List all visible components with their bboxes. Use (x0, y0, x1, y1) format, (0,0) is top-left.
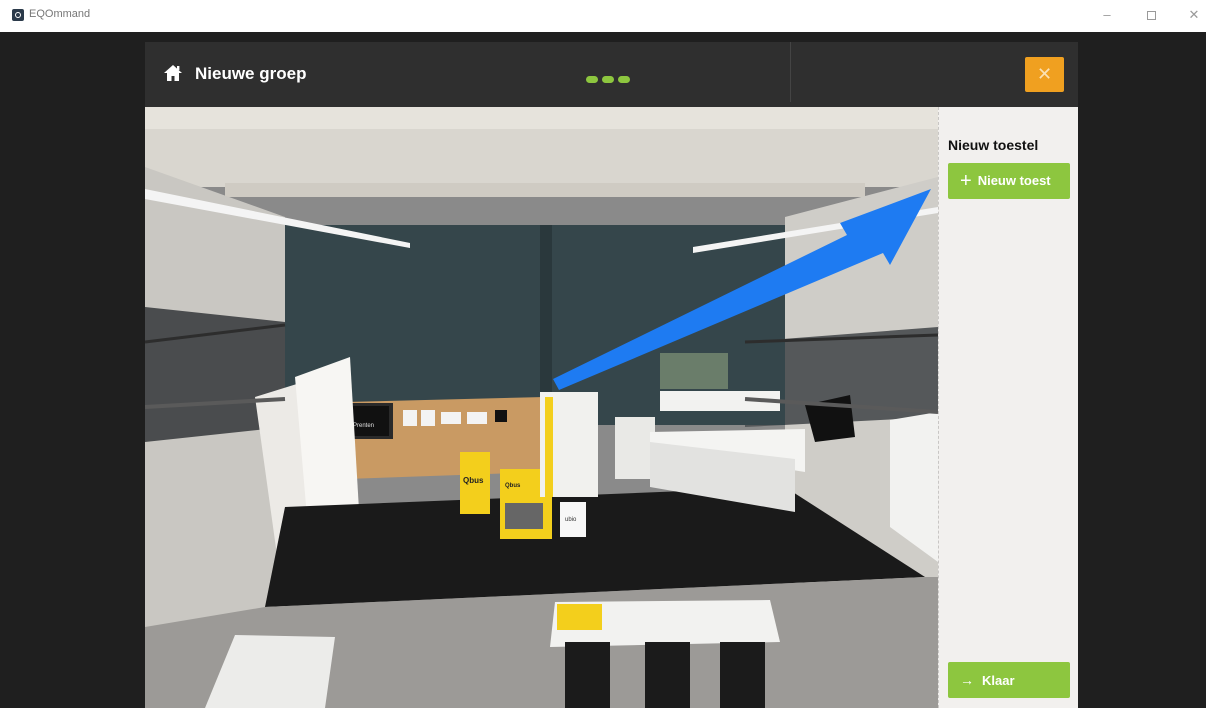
box-label: Qbus (505, 483, 521, 489)
dialog-header: Nieuwe groep ✕ (145, 42, 1078, 107)
new-device-button[interactable]: + Nieuw toest (948, 163, 1070, 199)
maximize-icon (1146, 11, 1156, 21)
side-panel-heading: Nieuw toestel (948, 137, 1039, 153)
showroom-image: Prenten Qbus Qbus ubio (145, 107, 938, 708)
group-dialog: Nieuwe groep ✕ Prenten Qbus Qbus ubio Ni… (145, 42, 1078, 708)
side-panel: Nieuw toestel + Nieuw toest → Klaar (938, 107, 1078, 708)
done-button[interactable]: → Klaar (948, 662, 1070, 698)
step-dot (602, 76, 614, 83)
step-dot (586, 76, 598, 83)
pedestal-label: ubio (565, 517, 577, 523)
step-indicator (586, 70, 634, 88)
os-title-bar: EQOmmand – ✕ (0, 0, 1206, 32)
dialog-close-button[interactable]: ✕ (1025, 57, 1064, 92)
dialog-title: Nieuwe groep (195, 64, 307, 83)
app-logo-icon (12, 9, 24, 21)
header-divider (790, 42, 791, 102)
plus-icon: + (960, 170, 972, 192)
maximize-button[interactable] (1139, 4, 1163, 26)
window-close-button[interactable]: ✕ (1182, 4, 1206, 26)
arrow-right-icon: → (960, 672, 974, 688)
box-label: Qbus (463, 476, 484, 485)
done-label: Klaar (982, 673, 1015, 688)
minimize-button[interactable]: – (1095, 4, 1119, 26)
step-dot (618, 76, 630, 83)
new-device-label: Nieuw toest (977, 173, 1051, 188)
app-title: EQOmmand (29, 8, 91, 20)
poster-title: Prenten (353, 423, 374, 429)
home-icon (164, 65, 182, 81)
room-photo[interactable]: Prenten Qbus Qbus ubio (145, 107, 938, 708)
